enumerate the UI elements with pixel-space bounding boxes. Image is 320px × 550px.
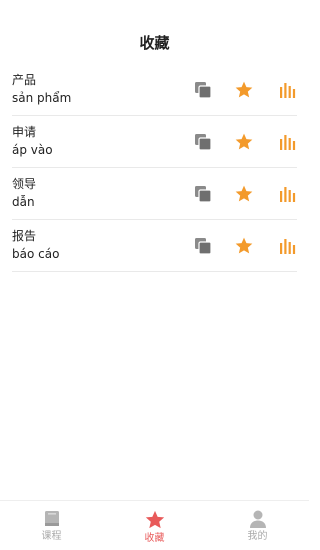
copy-button[interactable] — [192, 79, 214, 101]
book-icon — [44, 511, 59, 526]
audio-bars-icon — [280, 186, 296, 202]
audio-bars-icon — [280, 238, 296, 254]
tab-label: 收藏 — [144, 533, 165, 544]
list-item[interactable]: 产品 sản phẩm — [12, 64, 297, 116]
item-word: 报告 — [12, 229, 37, 243]
header: 收藏 — [0, 0, 309, 62]
star-icon — [235, 237, 253, 253]
audio-bars-icon — [280, 82, 296, 98]
page-title: 收藏 — [139, 33, 170, 52]
copy-icon — [195, 133, 212, 151]
item-translation: dẫn — [12, 195, 35, 209]
item-translation: sản phẩm — [12, 91, 72, 105]
favorite-button[interactable] — [233, 131, 255, 153]
list-item[interactable]: 领导 dẫn — [12, 168, 297, 220]
copy-icon — [195, 237, 212, 255]
bottom-tab-bar: 课程 收藏 我的 — [0, 500, 309, 550]
tab-label: 我的 — [247, 531, 268, 542]
copy-button[interactable] — [192, 131, 214, 153]
item-word: 产品 — [12, 73, 37, 87]
favorites-list: 产品 sản phẩm 申请 áp vào 领导 dẫn 报告 báo cáo — [12, 64, 297, 272]
tab-profile[interactable]: 我的 — [206, 501, 309, 550]
item-texts: 申请 áp vào — [12, 124, 53, 159]
copy-button[interactable] — [192, 183, 214, 205]
audio-button[interactable] — [277, 235, 299, 257]
list-item[interactable]: 申请 áp vào — [12, 116, 297, 168]
list-item[interactable]: 报告 báo cáo — [12, 220, 297, 272]
favorite-button[interactable] — [233, 79, 255, 101]
item-texts: 领导 dẫn — [12, 176, 36, 211]
audio-button[interactable] — [277, 131, 299, 153]
audio-button[interactable] — [277, 79, 299, 101]
person-icon — [249, 510, 266, 528]
item-translation: báo cáo — [12, 247, 60, 261]
item-word: 领导 — [12, 177, 37, 191]
copy-icon — [195, 185, 212, 203]
star-icon — [235, 185, 253, 201]
tab-favorites[interactable]: 收藏 — [103, 501, 206, 550]
item-word: 申请 — [12, 125, 37, 139]
item-translation: áp vào — [12, 143, 53, 157]
tab-courses[interactable]: 课程 — [0, 501, 103, 550]
audio-button[interactable] — [277, 183, 299, 205]
star-icon — [145, 510, 164, 529]
star-icon — [235, 81, 253, 97]
favorite-button[interactable] — [233, 183, 255, 205]
favorite-button[interactable] — [233, 235, 255, 257]
audio-bars-icon — [280, 134, 296, 150]
item-texts: 报告 báo cáo — [12, 228, 59, 263]
item-texts: 产品 sản phẩm — [12, 72, 71, 107]
star-icon — [235, 133, 253, 149]
copy-button[interactable] — [192, 235, 214, 257]
copy-icon — [195, 81, 212, 99]
tab-label: 课程 — [41, 531, 62, 542]
